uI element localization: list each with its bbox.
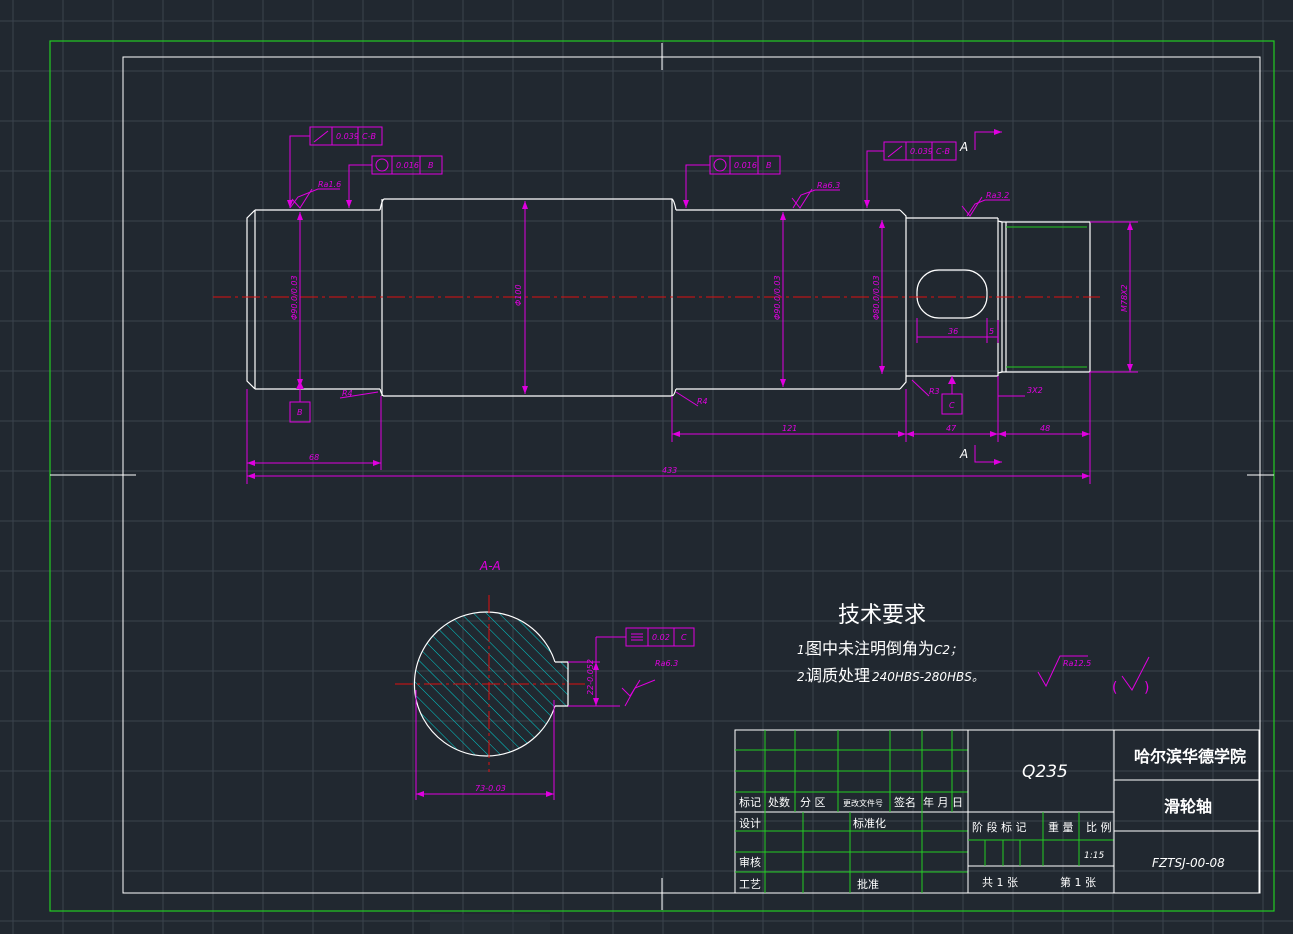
roughness-3-label: Ra3.2 xyxy=(986,191,1009,200)
gtol-4-datum: C-B xyxy=(936,147,950,156)
length-5: 5 xyxy=(989,327,994,336)
section-dia-label: 73-0.03 xyxy=(475,784,506,793)
length-68: 68 xyxy=(309,453,319,462)
tb-total-sheets: 共 1 张 xyxy=(982,876,1018,889)
groove-label: 3X2 xyxy=(1027,386,1043,395)
gtol-3-datum: B xyxy=(766,161,772,170)
background-grid xyxy=(0,0,1293,934)
fillet-1-label: R4 xyxy=(342,389,353,398)
length-36: 36 xyxy=(948,327,958,336)
cad-drawing-canvas[interactable]: 0.039 C-B 0.016 B 0.016 B 0.039 C-B Ra1.… xyxy=(0,0,1293,934)
gtol-3-value: 0.016 xyxy=(734,161,757,170)
tb-sheet-number: 第 1 张 xyxy=(1060,875,1096,889)
length-48: 48 xyxy=(1040,424,1050,433)
tb-col-header-5: 签名 xyxy=(894,795,916,809)
tech-req-title: 技术要求 xyxy=(838,603,926,628)
section-marker-bottom: A xyxy=(959,447,968,461)
tb-review: 审核 xyxy=(739,855,761,869)
tb-material: Q235 xyxy=(1022,762,1068,782)
tb-col-header-6: 年 月 日 xyxy=(923,795,963,809)
gtol-2-datum: B xyxy=(428,161,434,170)
tb-standardize: 标准化 xyxy=(853,816,886,830)
tech-req-2-val: 240HBS-280HBS。 xyxy=(872,670,984,684)
section-a-a-view xyxy=(395,595,585,772)
tb-col-header-2: 处数 xyxy=(768,796,790,809)
section-roughness: Ra6.3 xyxy=(655,659,678,668)
datum-b-label: B xyxy=(297,408,303,417)
tb-col-header-3: 分 区 xyxy=(800,796,826,809)
tb-part-name: 滑轮轴 xyxy=(1164,797,1212,816)
inner-frame xyxy=(122,56,1261,894)
diameter-3: Φ90.0/0.03 xyxy=(773,275,782,320)
tb-weight-header: 重 量 xyxy=(1048,820,1074,834)
diameter-1: Φ90.0/0.03 xyxy=(290,275,299,320)
tb-school: 哈尔滨华德学院 xyxy=(1134,747,1246,766)
section-gtol-datum: C xyxy=(681,633,687,642)
general-roughness-open: ( xyxy=(1112,680,1117,696)
gtol-1-value: 0.039 xyxy=(336,132,359,141)
diameter-4: Φ80.0/0.03 xyxy=(872,275,881,320)
section-gtol-value: 0.02 xyxy=(652,633,670,642)
dimension-lines xyxy=(246,131,1138,484)
tb-stage-header: 阶 段 标 记 xyxy=(972,820,1027,834)
gtol-4-value: 0.039 xyxy=(910,147,933,156)
fillet-3-label: R3 xyxy=(929,387,940,396)
length-121: 121 xyxy=(782,424,797,433)
dimension-arrows xyxy=(247,129,1133,479)
general-roughness-symbol xyxy=(1037,655,1150,691)
datum-c-label: C xyxy=(949,401,955,410)
section-title: A-A xyxy=(479,559,501,573)
tech-req-2-text: 调质处理 xyxy=(806,666,870,685)
length-47: 47 xyxy=(946,424,957,433)
gtol-2-value: 0.016 xyxy=(396,161,419,170)
command-bar-ghost xyxy=(430,914,550,934)
tb-drawing-number: FZTSJ-00-08 xyxy=(1152,856,1225,870)
roughness-1-label: Ra1.6 xyxy=(318,180,341,189)
tech-req-1-val: C2； xyxy=(934,643,962,657)
general-roughness-label: Ra12.5 xyxy=(1063,659,1091,668)
diameter-2: Φ100 xyxy=(514,284,523,306)
roughness-symbols xyxy=(291,188,983,217)
section-marker-top: A xyxy=(959,140,968,154)
tb-scale-header: 比 例 xyxy=(1086,820,1112,834)
tb-col-header-4: 更改文件号 xyxy=(843,798,883,808)
tech-req-1-text: 图中未注明倒角为 xyxy=(806,639,934,658)
roughness-2-label: Ra6.3 xyxy=(817,181,840,190)
general-roughness-close: ) xyxy=(1144,680,1149,696)
fillet-2-label: R4 xyxy=(697,397,708,406)
tb-design: 设计 xyxy=(739,817,761,830)
length-433: 433 xyxy=(662,466,677,475)
gtol-1-datum: C-B xyxy=(362,132,376,141)
thread-label: M78X2 xyxy=(1120,284,1129,312)
tb-process: 工艺 xyxy=(739,878,761,891)
tb-scale-value: 1:15 xyxy=(1084,851,1104,861)
tb-col-header-1: 标记 xyxy=(739,795,761,809)
tb-approve: 批准 xyxy=(857,877,879,891)
section-key-dim: 22-0.052 xyxy=(586,659,595,695)
